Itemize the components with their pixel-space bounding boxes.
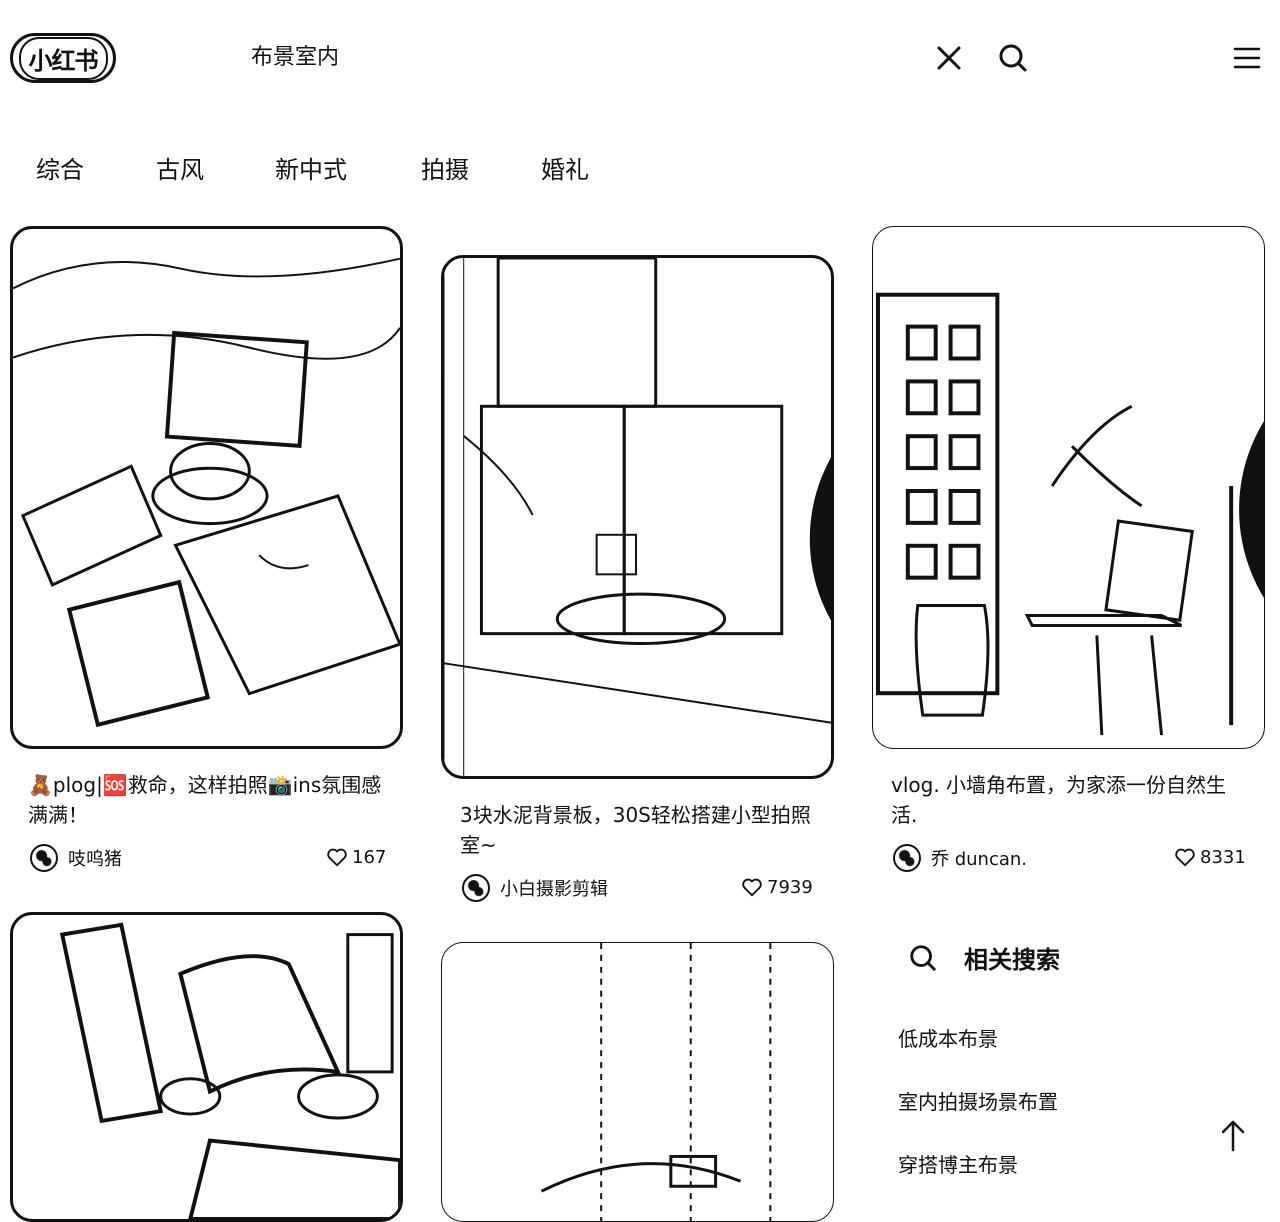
video-play-icon xyxy=(809,457,831,621)
tab-ancient-style[interactable]: 古风 xyxy=(156,150,204,190)
heart-icon xyxy=(1175,848,1195,867)
menu-icon[interactable] xyxy=(1231,42,1263,74)
heart-icon xyxy=(327,848,347,867)
like-count: 7939 xyxy=(767,876,813,898)
card-3-image[interactable] xyxy=(872,226,1265,749)
heart-icon xyxy=(742,878,762,897)
tab-new-chinese[interactable]: 新中式 xyxy=(275,150,347,190)
like-count: 167 xyxy=(352,846,387,868)
search-icon xyxy=(910,944,936,971)
card-2-author[interactable]: 小白摄影剪辑 xyxy=(462,874,608,902)
clear-search-icon[interactable] xyxy=(933,42,965,74)
card-2-title[interactable]: 3块水泥背景板，30S轻松搭建小型拍照室~ xyxy=(460,800,820,860)
related-search-item[interactable]: 室内拍摄场景布置 xyxy=(898,1087,1058,1117)
logo-text: 小红书 xyxy=(18,36,108,80)
card-4-image[interactable] xyxy=(10,912,403,1222)
card-1-image[interactable] xyxy=(10,226,403,749)
video-play-icon xyxy=(782,965,834,1222)
related-searches-header: 相关搜索 xyxy=(908,940,1060,975)
back-to-top-icon[interactable] xyxy=(1218,1118,1248,1152)
card-2-likes[interactable]: 7939 xyxy=(741,876,813,898)
avatar xyxy=(893,844,921,872)
avatar xyxy=(30,844,58,872)
author-name: 吱呜猪 xyxy=(68,849,122,870)
related-search-item[interactable]: 穿搭博主布景 xyxy=(898,1150,1018,1180)
tab-comprehensive[interactable]: 综合 xyxy=(36,150,84,190)
tab-wedding[interactable]: 婚礼 xyxy=(541,150,589,190)
search-input[interactable]: 布景室内 xyxy=(251,40,339,76)
video-play-icon xyxy=(1239,421,1264,598)
xiaohongshu-logo[interactable]: 小红书 xyxy=(10,33,116,83)
search-icon[interactable] xyxy=(997,42,1029,74)
card-1-title[interactable]: 🧸plog|🆘救命，这样拍照📸ins氛围感满满！ xyxy=(28,770,388,830)
card-3-author[interactable]: 乔 duncan. xyxy=(893,844,1027,872)
card-5-image[interactable] xyxy=(441,942,834,1222)
like-count: 8331 xyxy=(1200,846,1246,868)
related-search-item[interactable]: 低成本布景 xyxy=(898,1024,998,1054)
avatar xyxy=(462,874,490,902)
card-3-title[interactable]: vlog. 小墙角布置，为家添一份自然生活. xyxy=(891,770,1251,830)
card-3-likes[interactable]: 8331 xyxy=(1174,846,1246,868)
related-searches-title: 相关搜索 xyxy=(964,946,1060,974)
tab-photography[interactable]: 拍摄 xyxy=(421,150,469,190)
author-name: 乔 duncan. xyxy=(931,849,1028,870)
card-1-likes[interactable]: 167 xyxy=(326,846,386,868)
author-name: 小白摄影剪辑 xyxy=(500,879,608,900)
card-1-author[interactable]: 吱呜猪 xyxy=(30,844,122,872)
card-2-image[interactable] xyxy=(441,255,834,779)
